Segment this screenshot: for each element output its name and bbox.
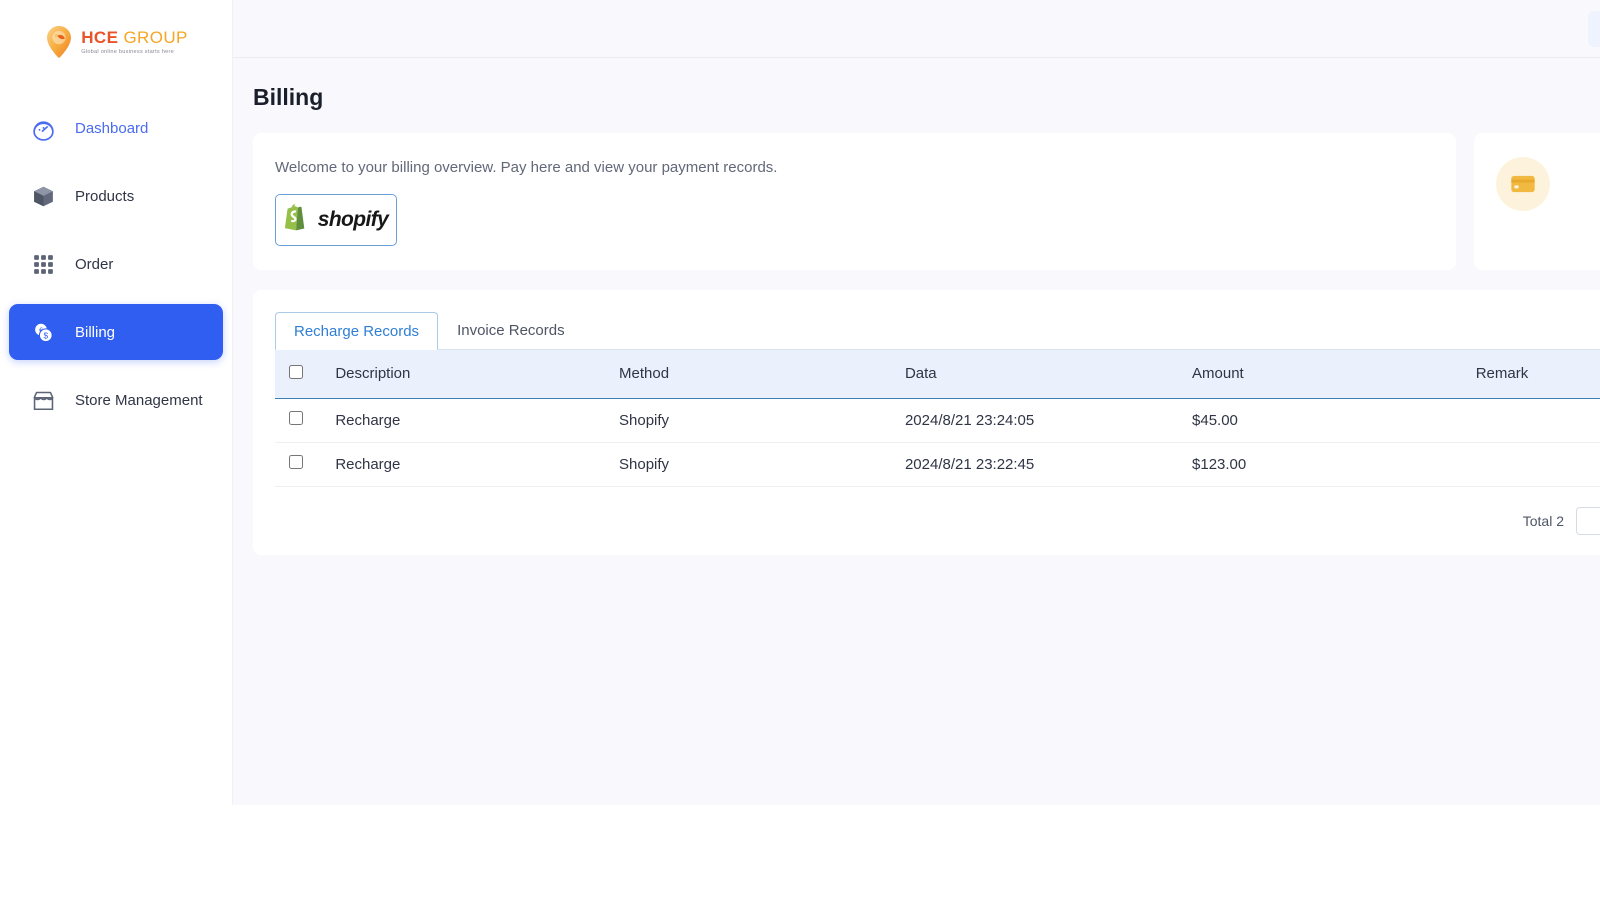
- sidebar-item-label: Order: [75, 255, 114, 273]
- sidebar-item-order[interactable]: Order: [9, 236, 223, 292]
- table-head: Description Method Data Amount Remark: [275, 350, 1600, 399]
- svg-text:$: $: [43, 330, 48, 340]
- brand-tagline: Global online business starts here: [81, 48, 174, 55]
- recharge-records-table: Description Method Data Amount Remark Re…: [275, 350, 1600, 487]
- cell-description: Recharge: [335, 442, 620, 487]
- credit-card-icon: [1496, 157, 1550, 211]
- cell-amount: $45.00: [1192, 398, 1476, 443]
- records-panel: Recharge Records Invoice Records Descrip…: [253, 290, 1600, 555]
- sidebar-item-label: Store Management: [75, 391, 203, 409]
- cell-description: Recharge: [335, 398, 620, 443]
- total-count-label: Total 2: [1522, 512, 1564, 529]
- sidebar: HCE GROUP Global online business starts …: [0, 0, 233, 805]
- row-checkbox[interactable]: [289, 455, 303, 469]
- sidebar-item-billing[interactable]: € $ Billing: [9, 304, 223, 360]
- brand-name-primary: HCE: [81, 27, 119, 47]
- pay-with-shopify-button[interactable]: shopify: [275, 194, 397, 246]
- sidebar-item-products[interactable]: Products: [9, 168, 223, 224]
- tab-label: Invoice Records: [457, 321, 565, 339]
- records-tabs: Recharge Records Invoice Records: [275, 312, 1600, 350]
- sidebar-item-dashboard[interactable]: Dashboard: [9, 100, 223, 156]
- table-body: Recharge Shopify 2024/8/21 23:24:05 $45.…: [275, 398, 1600, 487]
- column-header-amount[interactable]: Amount: [1192, 350, 1476, 399]
- support-button[interactable]: S: [1587, 11, 1600, 47]
- sidebar-item-store-management[interactable]: Store Management: [9, 372, 223, 428]
- select-all-header: [275, 350, 336, 399]
- tab-label: Recharge Records: [294, 322, 420, 340]
- brand-logo[interactable]: HCE GROUP Global online business starts …: [0, 0, 232, 78]
- sidebar-nav: Dashboard Products Order $ Billing Store…: [0, 100, 232, 428]
- column-header-description[interactable]: Description: [335, 350, 620, 399]
- sidebar-item-label: Products: [75, 187, 135, 205]
- balance-card: [1474, 133, 1600, 270]
- welcome-message: Welcome to your billing overview. Pay he…: [275, 159, 778, 176]
- column-header-data[interactable]: Data: [904, 350, 1193, 399]
- app-window: HCE GROUP Global online business starts …: [0, 0, 1600, 805]
- tab-recharge-records[interactable]: Recharge Records: [275, 312, 439, 350]
- summary-cards-row: Welcome to your billing overview. Pay he…: [253, 133, 1600, 270]
- shopify-label: shopify: [317, 208, 389, 231]
- row-checkbox[interactable]: [289, 411, 303, 425]
- storefront-icon: [31, 388, 56, 413]
- gauge-icon: [31, 116, 56, 141]
- cell-remark: [1475, 442, 1600, 487]
- page-title: Billing: [253, 84, 324, 110]
- shopify-bag-icon: [284, 202, 312, 238]
- top-header-bar: S: [233, 0, 1600, 58]
- row-select-cell: [275, 442, 336, 487]
- column-header-method[interactable]: Method: [619, 350, 905, 399]
- main-area: S Billing Welcome to your billing overvi…: [233, 0, 1600, 805]
- brand-name-secondary: GROUP: [123, 27, 188, 47]
- cell-method: Shopify: [619, 442, 905, 487]
- column-header-remark[interactable]: Remark: [1475, 350, 1600, 399]
- cell-method: Shopify: [619, 398, 905, 443]
- table-row[interactable]: Recharge Shopify 2024/8/21 23:24:05 $45.…: [275, 398, 1600, 443]
- cell-data: 2024/8/21 23:24:05: [904, 398, 1193, 443]
- table-header-row: Description Method Data Amount Remark: [275, 350, 1600, 399]
- table-footer: Total 2: [275, 487, 1600, 541]
- page-content: Billing Welcome to your billing overview…: [233, 58, 1600, 805]
- cell-amount: $123.00: [1192, 442, 1476, 487]
- box-icon: [31, 184, 56, 209]
- table-row[interactable]: Recharge Shopify 2024/8/21 23:22:45 $123…: [275, 442, 1600, 487]
- sidebar-item-label: Billing: [75, 323, 116, 341]
- cell-remark: [1475, 398, 1600, 443]
- sidebar-item-label: Dashboard: [75, 119, 149, 137]
- cell-data: 2024/8/21 23:22:45: [904, 442, 1193, 487]
- select-all-checkbox[interactable]: [289, 364, 303, 379]
- welcome-card: Welcome to your billing overview. Pay he…: [253, 133, 1456, 270]
- row-select-cell: [275, 398, 336, 443]
- coins-icon: € $: [31, 320, 56, 345]
- location-pin-icon: [44, 25, 74, 59]
- tab-invoice-records[interactable]: Invoice Records: [438, 311, 584, 349]
- grid-icon: [31, 252, 56, 277]
- page-size-selector[interactable]: [1576, 506, 1600, 535]
